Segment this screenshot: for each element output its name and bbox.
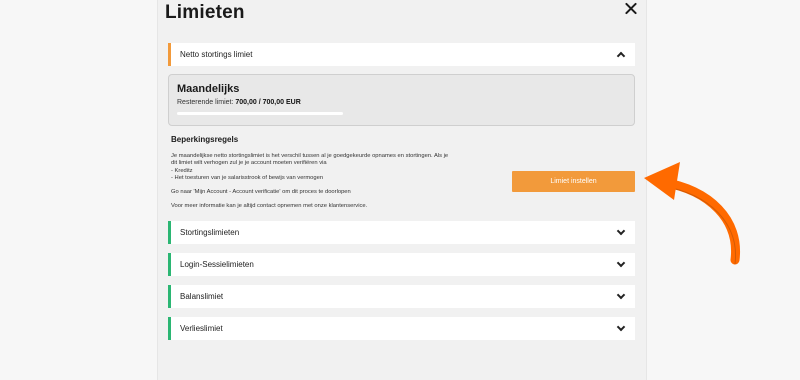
accordion-label: Balanslimiet [180, 292, 224, 301]
chevron-down-icon [616, 322, 626, 332]
rules-line: - Het toesturen van je salarisstrook of … [171, 174, 324, 181]
accordion-label: Stortingslimieten [180, 228, 240, 237]
rules-title: Beperkingsregels [171, 135, 239, 144]
close-icon[interactable] [624, 2, 638, 16]
accordion-label: Login-Sessielimieten [180, 260, 254, 269]
remaining-progress-bar [177, 112, 343, 115]
rules-line: dit limiet wilt verhogen zul je je accou… [171, 160, 327, 167]
curved-arrow-icon [644, 162, 741, 265]
monthly-title: Maandelijks [177, 83, 240, 95]
rules-line: - Kreditz [171, 167, 193, 174]
remaining-value: 700,00 / 700,00 EUR [235, 99, 301, 106]
chevron-down-icon [616, 226, 626, 236]
set-limit-button[interactable]: Limiet instellen [512, 171, 635, 192]
accordion-login-sessielimieten[interactable]: Login-Sessielimieten [168, 253, 635, 276]
chevron-up-icon [616, 51, 626, 61]
accordion-verlieslimiet[interactable]: Verlieslimiet [168, 317, 635, 340]
monthly-limit-card: Maandelijks Resterende limiet: 700,00 / … [168, 74, 635, 126]
accordion-label: Verlieslimiet [180, 324, 223, 333]
chevron-down-icon [616, 290, 626, 300]
remaining-progress-fill [177, 112, 343, 115]
remaining-label: Resterende limiet: [177, 99, 234, 106]
page-title: Limieten [165, 2, 245, 23]
remaining-limit: Resterende limiet: 700,00 / 700,00 EUR [177, 99, 626, 106]
chevron-down-icon [616, 258, 626, 268]
accordion-label: Netto stortings limiet [180, 50, 253, 59]
accordion-balanslimiet[interactable]: Balanslimiet [168, 285, 635, 308]
rules-text: Je maandelijkse netto stortingslimiet is… [171, 153, 501, 211]
rules-line: Go naar 'Mijn Account - Account verifica… [171, 189, 351, 196]
rules-line: Je maandelijkse netto stortingslimiet is… [171, 153, 449, 159]
left-backdrop [0, 0, 158, 380]
accordion-netto-stortings-limiet[interactable]: Netto stortings limiet [168, 43, 635, 66]
accordion-stortingslimieten[interactable]: Stortingslimieten [168, 221, 635, 244]
rules-line: Voor meer informatie kan je altijd conta… [171, 203, 368, 210]
